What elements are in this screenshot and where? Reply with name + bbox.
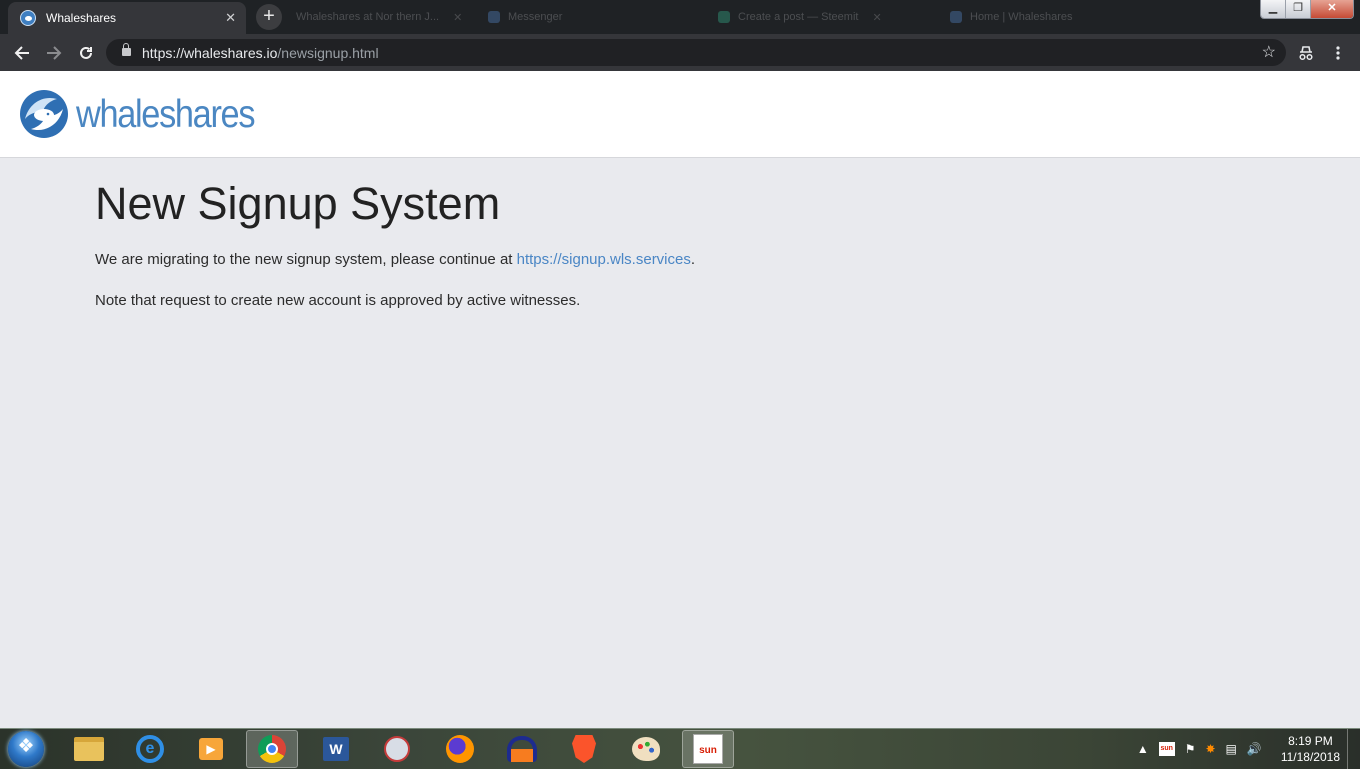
restore-button[interactable]: ❐	[1285, 0, 1310, 18]
background-tab-1[interactable]: Whaleshares at Nor thern J... ✕	[296, 8, 462, 26]
taskbar-brave[interactable]	[558, 730, 610, 768]
kebab-menu-icon	[1336, 45, 1340, 60]
taskbar-snipping-tool[interactable]	[371, 730, 423, 768]
new-tab-button[interactable]: +	[256, 4, 282, 30]
tab-title: Whaleshares	[46, 11, 117, 25]
background-tab-title: Create a post — Steemit	[738, 11, 859, 23]
incognito-icon	[1299, 45, 1313, 60]
firefox-icon	[446, 735, 474, 763]
reload-icon	[80, 46, 92, 59]
close-tab-icon[interactable]: ✕	[453, 11, 462, 24]
background-tab-2[interactable]: Messenger	[488, 8, 562, 26]
paint-icon	[632, 737, 660, 761]
forward-button[interactable]	[40, 34, 68, 71]
lock-icon[interactable]	[122, 43, 131, 57]
migration-text: We are migrating to the new signup syste…	[95, 251, 517, 268]
taskbar-firefox[interactable]	[434, 730, 486, 768]
window-controls: ▁ ❐ ✕	[1260, 0, 1354, 19]
minimize-button[interactable]: ▁	[1261, 0, 1285, 18]
url-host: https://whaleshares.io	[142, 44, 278, 61]
background-tab-title: Whaleshares at Nor thern J...	[296, 11, 440, 23]
background-tab-title: Messenger	[508, 11, 563, 23]
whaleshares-logo-icon[interactable]	[19, 89, 69, 139]
network-icon[interactable]: ▤	[1226, 742, 1237, 756]
ie-icon: e	[136, 735, 164, 763]
arrow-right-icon	[47, 45, 62, 60]
migration-paragraph: We are migrating to the new signup syste…	[95, 250, 1275, 270]
page-title: New Signup System	[95, 178, 501, 229]
background-tab-title: Home | Whaleshares	[970, 11, 1073, 23]
sun-tray-icon[interactable]: sun	[1158, 742, 1175, 756]
site-header: whaleshares	[0, 71, 1360, 158]
show-hidden-icons-icon[interactable]: ▲	[1137, 742, 1149, 756]
taskbar-sun-broadband[interactable]: sun	[682, 730, 734, 768]
snipping-tool-icon	[384, 736, 410, 762]
audacity-icon	[507, 736, 537, 762]
taskbar-chrome[interactable]	[246, 730, 298, 768]
whaleshares-favicon-icon	[950, 11, 962, 23]
action-center-icon[interactable]: ⚑	[1185, 742, 1196, 756]
taskbar-paint[interactable]	[620, 730, 672, 768]
windows-taskbar: e ▶ W sun ▲ sun ⚑ ✸ ▤ 🔊 8:19 PM 11/18/20…	[0, 728, 1360, 769]
address-bar[interactable]: https://whaleshares.io/newsignup.html ☆	[106, 39, 1286, 66]
start-button[interactable]	[8, 731, 44, 767]
witness-note: Note that request to create new account …	[95, 292, 581, 309]
menu-button[interactable]	[1324, 34, 1352, 71]
clock-time: 8:19 PM	[1288, 734, 1333, 748]
reload-button[interactable]	[72, 34, 100, 71]
main-content: New Signup System We are migrating to th…	[95, 178, 1275, 311]
clock[interactable]: 8:19 PM 11/18/2018	[1281, 733, 1340, 765]
taskbar-media-player[interactable]: ▶	[185, 730, 237, 768]
steemit-favicon-icon	[718, 11, 730, 23]
tab-strip: Whaleshares ✕ + Whaleshares at Nor thern…	[0, 0, 1360, 34]
whaleshares-favicon-icon	[20, 10, 36, 26]
background-tab-3[interactable]: Create a post — Steemit ✕	[718, 8, 882, 26]
arrow-left-icon	[14, 45, 29, 60]
taskbar-explorer[interactable]	[63, 730, 115, 768]
star-icon[interactable]: ☆	[1262, 42, 1276, 62]
folder-icon	[74, 737, 104, 761]
url-text: https://whaleshares.io/newsignup.html	[142, 45, 379, 61]
close-window-button[interactable]: ✕	[1310, 0, 1353, 18]
logo-text[interactable]: whaleshares	[76, 93, 255, 137]
clock-date: 11/18/2018	[1280, 750, 1340, 764]
sun-broadband-icon: sun	[693, 734, 723, 764]
avast-icon[interactable]: ✸	[1205, 742, 1215, 756]
taskbar-word[interactable]: W	[310, 730, 362, 768]
taskbar-audacity[interactable]	[496, 730, 548, 768]
volume-icon[interactable]: 🔊	[1247, 742, 1262, 756]
close-tab-icon[interactable]: ✕	[225, 10, 236, 26]
background-tab-4[interactable]: Home | Whaleshares	[950, 8, 1073, 26]
incognito-extension-button[interactable]	[1292, 34, 1320, 71]
word-icon: W	[323, 737, 349, 761]
show-desktop-button[interactable]	[1347, 729, 1360, 769]
brave-icon	[572, 735, 596, 763]
chrome-icon	[258, 735, 286, 763]
tab-whaleshares[interactable]: Whaleshares ✕	[8, 2, 246, 34]
browser-toolbar: https://whaleshares.io/newsignup.html ☆	[0, 34, 1360, 71]
taskbar-ie[interactable]: e	[124, 730, 176, 768]
signup-link[interactable]: https://signup.wls.services	[517, 251, 691, 268]
migration-text-end: .	[690, 251, 696, 268]
back-button[interactable]	[8, 34, 36, 71]
system-tray: ▲ sun ⚑ ✸ ▤ 🔊 8:19 PM 11/18/2018	[1132, 729, 1340, 769]
media-player-icon: ▶	[199, 738, 223, 760]
url-path: /newsignup.html	[277, 44, 379, 61]
close-tab-icon[interactable]: ✕	[872, 11, 881, 24]
messenger-favicon-icon	[488, 11, 500, 23]
